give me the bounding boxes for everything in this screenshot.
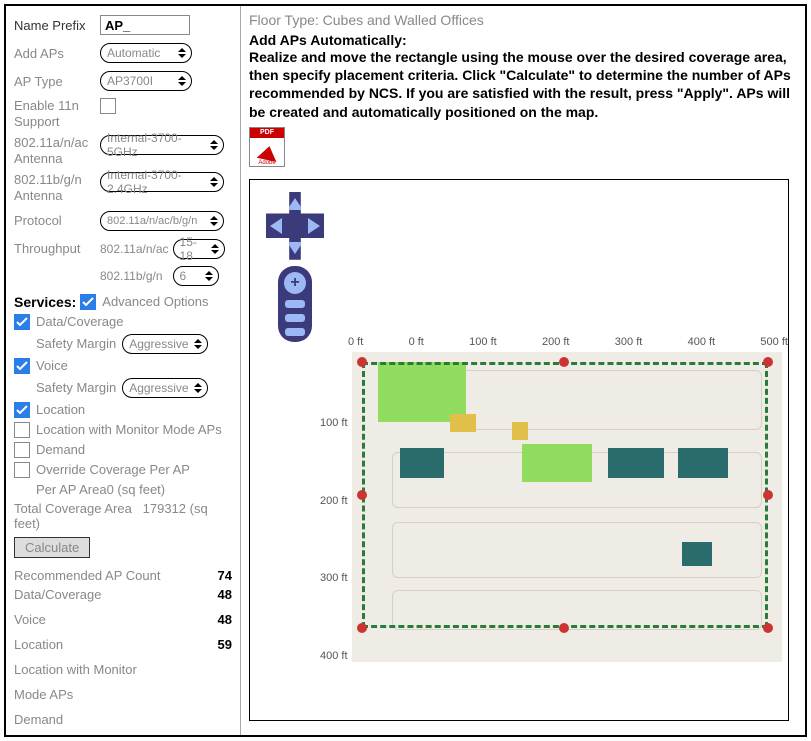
- resize-handle[interactable]: [763, 490, 773, 500]
- result-data-label: Data/Coverage: [14, 587, 101, 602]
- antenna-a-select[interactable]: Internal-3700-5GHz: [100, 135, 224, 155]
- recommended-value: 74: [204, 568, 232, 583]
- zoom-slider[interactable]: [285, 328, 305, 336]
- floor-type-label: Floor Type: Cubes and Walled Offices: [249, 12, 797, 28]
- voice-safety-select[interactable]: Aggressive: [122, 378, 207, 398]
- antenna-a-label: 802.11a/n/ac Antenna: [14, 135, 100, 166]
- add-aps-select[interactable]: Automatic: [100, 43, 192, 63]
- pan-right-icon[interactable]: [308, 218, 320, 234]
- voice-safety-label: Safety Margin: [36, 380, 116, 395]
- calculate-button[interactable]: Calculate: [14, 537, 90, 558]
- voice-label: Voice: [36, 358, 68, 373]
- resize-handle[interactable]: [763, 357, 773, 367]
- add-aps-label: Add APs: [14, 46, 100, 61]
- pan-left-icon[interactable]: [270, 218, 282, 234]
- resize-handle[interactable]: [357, 623, 367, 633]
- services-heading: Services:: [14, 294, 76, 310]
- override-label: Override Coverage Per AP: [36, 462, 190, 477]
- throughput-b-select[interactable]: 6: [173, 266, 219, 286]
- ap-type-select[interactable]: AP3700I: [100, 71, 192, 91]
- demand-label: Demand: [36, 442, 85, 457]
- pan-up-icon[interactable]: [287, 198, 303, 210]
- location-monitor-checkbox[interactable]: [14, 422, 30, 438]
- per-ap-area-label: Per AP Area0 (sq feet): [36, 482, 236, 497]
- name-prefix-label: Name Prefix: [14, 18, 100, 33]
- result-data-value: 48: [204, 587, 232, 602]
- zoom-control: +: [278, 266, 312, 342]
- enable-11n-label: Enable 11n Support: [14, 98, 100, 129]
- pdf-icon[interactable]: PDF Adobe: [249, 127, 285, 167]
- result-demand-label: Demand: [14, 712, 236, 727]
- resize-handle[interactable]: [357, 490, 367, 500]
- x-axis: 0 ft0 ft100 ft200 ft300 ft400 ft500 ft: [348, 336, 788, 348]
- data-coverage-label: Data/Coverage: [36, 314, 123, 329]
- floor-plan[interactable]: [352, 352, 782, 662]
- map-panel: Floor Type: Cubes and Walled Offices Add…: [240, 6, 805, 735]
- location-monitor-label: Location with Monitor Mode APs: [36, 422, 222, 437]
- pan-control[interactable]: [266, 192, 324, 260]
- instructions-text: Realize and move the rectangle using the…: [249, 48, 797, 121]
- location-checkbox[interactable]: [14, 402, 30, 418]
- result-location-label: Location: [14, 637, 63, 652]
- result-location-value: 59: [204, 637, 232, 652]
- y-axis: 100 ft 200 ft 300 ft 400 ft: [320, 352, 348, 662]
- protocol-select[interactable]: 802.11a/n/ac/b/g/n: [100, 211, 224, 231]
- throughput-label: Throughput: [14, 241, 100, 256]
- location-label: Location: [36, 402, 85, 417]
- total-coverage-label: Total Coverage Area: [14, 501, 132, 516]
- result-voice-value: 48: [204, 612, 232, 627]
- demand-checkbox[interactable]: [14, 442, 30, 458]
- data-safety-select[interactable]: Aggressive: [122, 334, 207, 354]
- floor-map[interactable]: + 0 ft0 ft100 ft200 ft300 ft400 ft500 ft…: [249, 179, 789, 721]
- zoom-slider[interactable]: [285, 314, 305, 322]
- result-modeaps-label: Mode APs: [14, 687, 236, 702]
- enable-11n-checkbox[interactable]: [100, 98, 116, 114]
- throughput-b-label: 802.11b/g/n: [100, 269, 163, 283]
- resize-handle[interactable]: [559, 357, 569, 367]
- antenna-b-label: 802.11b/g/n Antenna: [14, 172, 100, 203]
- data-safety-label: Safety Margin: [36, 336, 116, 351]
- advanced-options-checkbox[interactable]: [80, 294, 96, 310]
- voice-checkbox[interactable]: [14, 358, 30, 374]
- resize-handle[interactable]: [357, 357, 367, 367]
- ap-type-label: AP Type: [14, 74, 100, 89]
- throughput-a-select[interactable]: 15-18: [173, 239, 225, 259]
- zoom-in-button[interactable]: +: [284, 272, 306, 294]
- resize-handle[interactable]: [763, 623, 773, 633]
- settings-panel: Name Prefix Add APs Automatic AP Type AP…: [6, 6, 240, 735]
- recommended-label: Recommended AP Count: [14, 568, 160, 583]
- map-nav-tool: +: [266, 192, 324, 342]
- throughput-a-label: 802.11a/n/ac: [100, 242, 169, 256]
- advanced-options-label: Advanced Options: [102, 294, 208, 309]
- resize-handle[interactable]: [559, 623, 569, 633]
- result-voice-label: Voice: [14, 612, 46, 627]
- zoom-slider[interactable]: [285, 300, 305, 308]
- result-locmonitor-label: Location with Monitor: [14, 662, 236, 677]
- pan-down-icon[interactable]: [287, 242, 303, 254]
- name-prefix-input[interactable]: [100, 15, 190, 35]
- data-coverage-checkbox[interactable]: [14, 314, 30, 330]
- protocol-label: Protocol: [14, 213, 100, 228]
- antenna-b-select[interactable]: Internal-3700-2.4GHz: [100, 172, 224, 192]
- add-aps-heading: Add APs Automatically:: [249, 32, 797, 48]
- override-checkbox[interactable]: [14, 462, 30, 478]
